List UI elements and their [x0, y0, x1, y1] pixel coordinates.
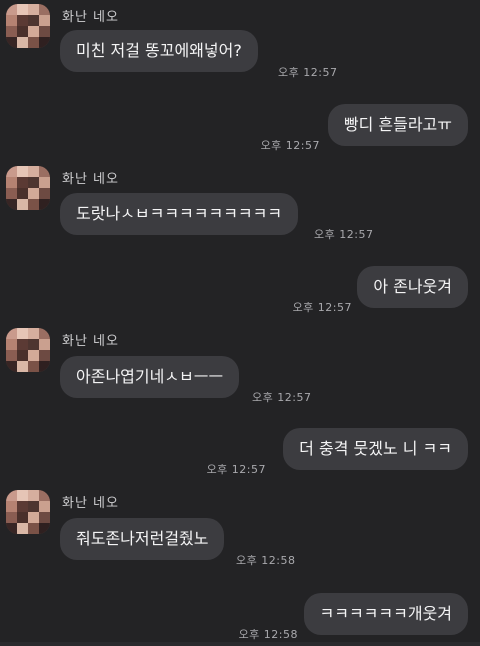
message-bubble[interactable]: 미친 저걸 똥꼬에왜넣어? — [60, 30, 258, 72]
message-timestamp: 오후 12:57 — [252, 391, 312, 404]
message-bubble[interactable]: ㅋㅋㅋㅋㅋㅋ개웃겨 — [303, 593, 468, 635]
message-timestamp: 오후 12:58 — [236, 554, 296, 567]
sender-name: 화난 네오 — [62, 334, 119, 349]
bottom-divider — [0, 642, 480, 646]
avatar[interactable] — [6, 490, 50, 534]
message-bubble[interactable]: 빵디 흔들라고ㅠ — [327, 104, 468, 146]
message-timestamp: 오후 12:57 — [260, 139, 320, 152]
message-bubble[interactable]: 더 충격 뭇겠노 니 ㅋㅋ — [283, 428, 468, 470]
message-timestamp: 오후 12:58 — [238, 628, 298, 641]
sender-name: 화난 네오 — [62, 496, 119, 511]
avatar[interactable] — [6, 328, 50, 372]
avatar[interactable] — [6, 166, 50, 210]
message-timestamp: 오후 12:57 — [314, 228, 374, 241]
message-timestamp: 오후 12:57 — [206, 463, 266, 476]
avatar[interactable] — [6, 4, 50, 48]
message-bubble[interactable]: 도랏나ㅅㅂㅋㅋㅋㅋㅋㅋㅋㅋㅋ — [60, 193, 299, 235]
message-timestamp: 오후 12:57 — [278, 66, 338, 79]
message-bubble[interactable]: 아 존나웃겨 — [357, 266, 468, 308]
sender-name: 화난 네오 — [62, 172, 119, 187]
message-bubble[interactable]: 줘도존나저런걸줬노 — [60, 518, 225, 560]
message-timestamp: 오후 12:57 — [292, 301, 352, 314]
sender-name: 화난 네오 — [62, 10, 119, 25]
message-bubble[interactable]: 아존나엽기네ㅅㅂㅡㅡ — [60, 356, 240, 398]
